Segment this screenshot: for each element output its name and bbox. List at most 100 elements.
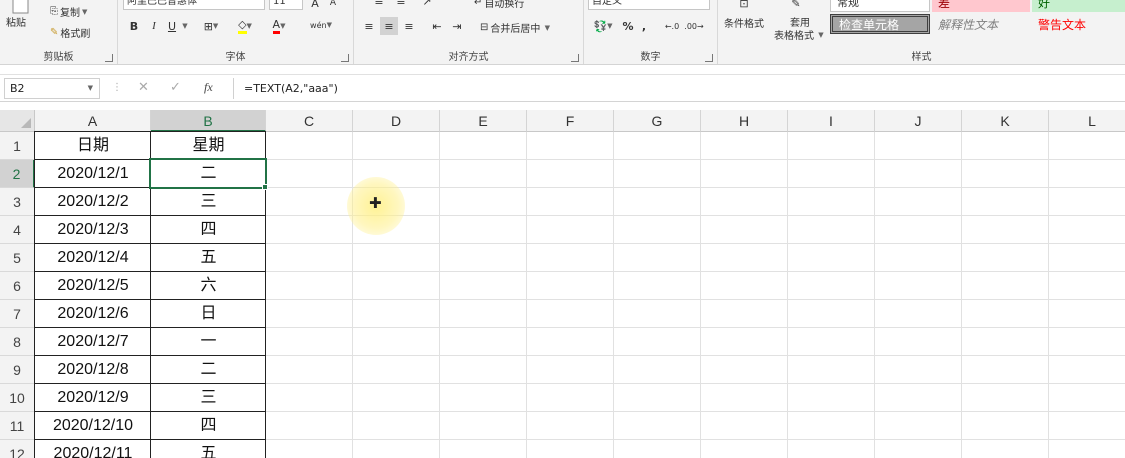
fill-handle[interactable] (262, 184, 268, 190)
cell-b12[interactable]: 五 (151, 440, 266, 458)
cell-a9[interactable]: 2020/12/8 (35, 356, 151, 384)
row-header-8[interactable]: 8 (0, 328, 35, 356)
cell-a6[interactable]: 2020/12/5 (35, 272, 151, 300)
cell-a11[interactable]: 2020/12/10 (35, 412, 151, 440)
cell-b3[interactable]: 三 (151, 188, 266, 216)
align-left-icon[interactable]: ≡ (360, 17, 378, 35)
row-header-4[interactable]: 4 (0, 216, 35, 244)
paste-button[interactable]: 粘贴 (6, 14, 26, 29)
formula-input[interactable]: =TEXT(A2,"aaa") (233, 78, 1125, 99)
font-color-button[interactable]: A ▼ (264, 17, 294, 35)
style-good[interactable]: 好 (1032, 0, 1125, 12)
style-normal[interactable]: 常规 (830, 0, 930, 12)
underline-button[interactable]: U (164, 17, 180, 35)
align-center-icon[interactable]: ≡ (380, 17, 398, 35)
cancel-icon[interactable]: ✕ (138, 80, 149, 95)
copy-button[interactable]: ⎘ 复制 ▼ (50, 4, 87, 19)
row-header-10[interactable]: 10 (0, 384, 35, 412)
cell-a8[interactable]: 2020/12/7 (35, 328, 151, 356)
align-middle-icon[interactable]: ≡ (392, 0, 410, 10)
row-header-7[interactable]: 7 (0, 300, 35, 328)
cell-b8[interactable]: 一 (151, 328, 266, 356)
name-box[interactable]: B2 ▼ (4, 78, 100, 99)
align-right-icon[interactable]: ≡ (400, 17, 418, 35)
number-launcher-icon[interactable] (705, 54, 713, 62)
worksheet-grid[interactable]: ABCDEFGHIJKL 1 2 3 4 5 6 7 8 9 10 11 12 日期 星期 2020/12… (0, 110, 1125, 458)
row-header-11[interactable]: 11 (0, 412, 35, 440)
row-header-1[interactable]: 1 (0, 132, 35, 160)
column-header-i[interactable]: I (788, 110, 875, 132)
select-all-button[interactable] (0, 110, 35, 132)
cell-a7[interactable]: 2020/12/6 (35, 300, 151, 328)
conditional-format-button[interactable]: 条件格式 (724, 15, 764, 30)
cell-a12[interactable]: 2020/12/11 (35, 440, 151, 458)
cell-b9[interactable]: 二 (151, 356, 266, 384)
row-header-2[interactable]: 2 (0, 160, 35, 188)
column-header-f[interactable]: F (527, 110, 614, 132)
row-header-3[interactable]: 3 (0, 188, 35, 216)
orientation-icon[interactable]: ↗ (418, 0, 436, 10)
cell-b7[interactable]: 日 (151, 300, 266, 328)
underline-dropdown-icon[interactable]: ▼ (180, 17, 190, 35)
font-name-select[interactable]: 阿里巴巴普惠体 (123, 0, 265, 10)
column-header-g[interactable]: G (614, 110, 701, 132)
percent-button[interactable]: % (620, 17, 636, 35)
cell-a10[interactable]: 2020/12/9 (35, 384, 151, 412)
style-explanatory[interactable]: 解释性文本 (932, 14, 1030, 34)
format-painter-button[interactable]: ✎ 格式刷 (50, 25, 90, 40)
bold-button[interactable]: B (126, 17, 142, 35)
column-header-d[interactable]: D (353, 110, 440, 132)
cell-a4[interactable]: 2020/12/3 (35, 216, 151, 244)
alignment-launcher-icon[interactable] (571, 54, 579, 62)
name-box-dropdown-icon[interactable]: ▼ (88, 79, 93, 98)
increase-indent-icon[interactable]: ⇥ (448, 17, 466, 35)
increase-font-icon[interactable]: A (308, 0, 322, 12)
column-header-b[interactable]: B (151, 110, 266, 132)
cell-b1[interactable]: 星期 (151, 132, 266, 160)
increase-decimal-icon[interactable]: ←.0 (662, 17, 682, 35)
decrease-decimal-icon[interactable]: .00→ (684, 17, 704, 35)
fill-color-button[interactable]: ◇ ▼ (230, 17, 260, 35)
phonetic-button[interactable]: wén ▼ (304, 16, 338, 34)
formula-bar-grip[interactable]: ⋮ (112, 82, 122, 93)
cell-b10[interactable]: 三 (151, 384, 266, 412)
cell-a5[interactable]: 2020/12/4 (35, 244, 151, 272)
decrease-font-icon[interactable]: A (326, 0, 340, 12)
number-format-select[interactable]: 自定义 (588, 0, 710, 10)
column-header-l[interactable]: L (1049, 110, 1125, 132)
align-top-icon[interactable]: ≡ (370, 0, 388, 10)
style-warning[interactable]: 警告文本 (1032, 14, 1125, 34)
cell-a3[interactable]: 2020/12/2 (35, 188, 151, 216)
wrap-text-button[interactable]: ↵ 自动换行 (474, 0, 524, 10)
cell-b5[interactable]: 五 (151, 244, 266, 272)
decrease-indent-icon[interactable]: ⇤ (428, 17, 446, 35)
row-header-5[interactable]: 5 (0, 244, 35, 272)
merge-center-button[interactable]: ⊟ 合并后居中 ▼ (480, 20, 550, 35)
cell-b4[interactable]: 四 (151, 216, 266, 244)
column-header-e[interactable]: E (440, 110, 527, 132)
cell-a2[interactable]: 2020/12/1 (35, 160, 151, 188)
border-button[interactable]: ⊞ ▼ (198, 17, 224, 35)
insert-function-icon[interactable]: fx (204, 80, 213, 95)
comma-button[interactable]: , (638, 17, 650, 35)
row-header-12[interactable]: 12 (0, 440, 35, 458)
font-size-select[interactable]: 11 (269, 0, 303, 10)
row-header-9[interactable]: 9 (0, 356, 35, 384)
clipboard-launcher-icon[interactable] (105, 54, 113, 62)
cell-b11[interactable]: 四 (151, 412, 266, 440)
cell-b2[interactable]: 二 (151, 160, 266, 188)
column-header-j[interactable]: J (875, 110, 962, 132)
font-launcher-icon[interactable] (341, 54, 349, 62)
cell-a1[interactable]: 日期 (35, 132, 151, 160)
column-header-k[interactable]: K (962, 110, 1049, 132)
accounting-format-button[interactable]: 💱 ▼ (590, 17, 616, 35)
style-bad[interactable]: 差 (932, 0, 1030, 12)
enter-icon[interactable]: ✓ (170, 80, 181, 95)
column-header-a[interactable]: A (35, 110, 151, 132)
column-header-c[interactable]: C (266, 110, 353, 132)
row-header-6[interactable]: 6 (0, 272, 35, 300)
column-header-h[interactable]: H (701, 110, 788, 132)
table-format-button[interactable]: 表格格式 ▼ (774, 27, 824, 43)
cell-b6[interactable]: 六 (151, 272, 266, 300)
style-check-cell[interactable]: 检查单元格 (830, 14, 930, 34)
